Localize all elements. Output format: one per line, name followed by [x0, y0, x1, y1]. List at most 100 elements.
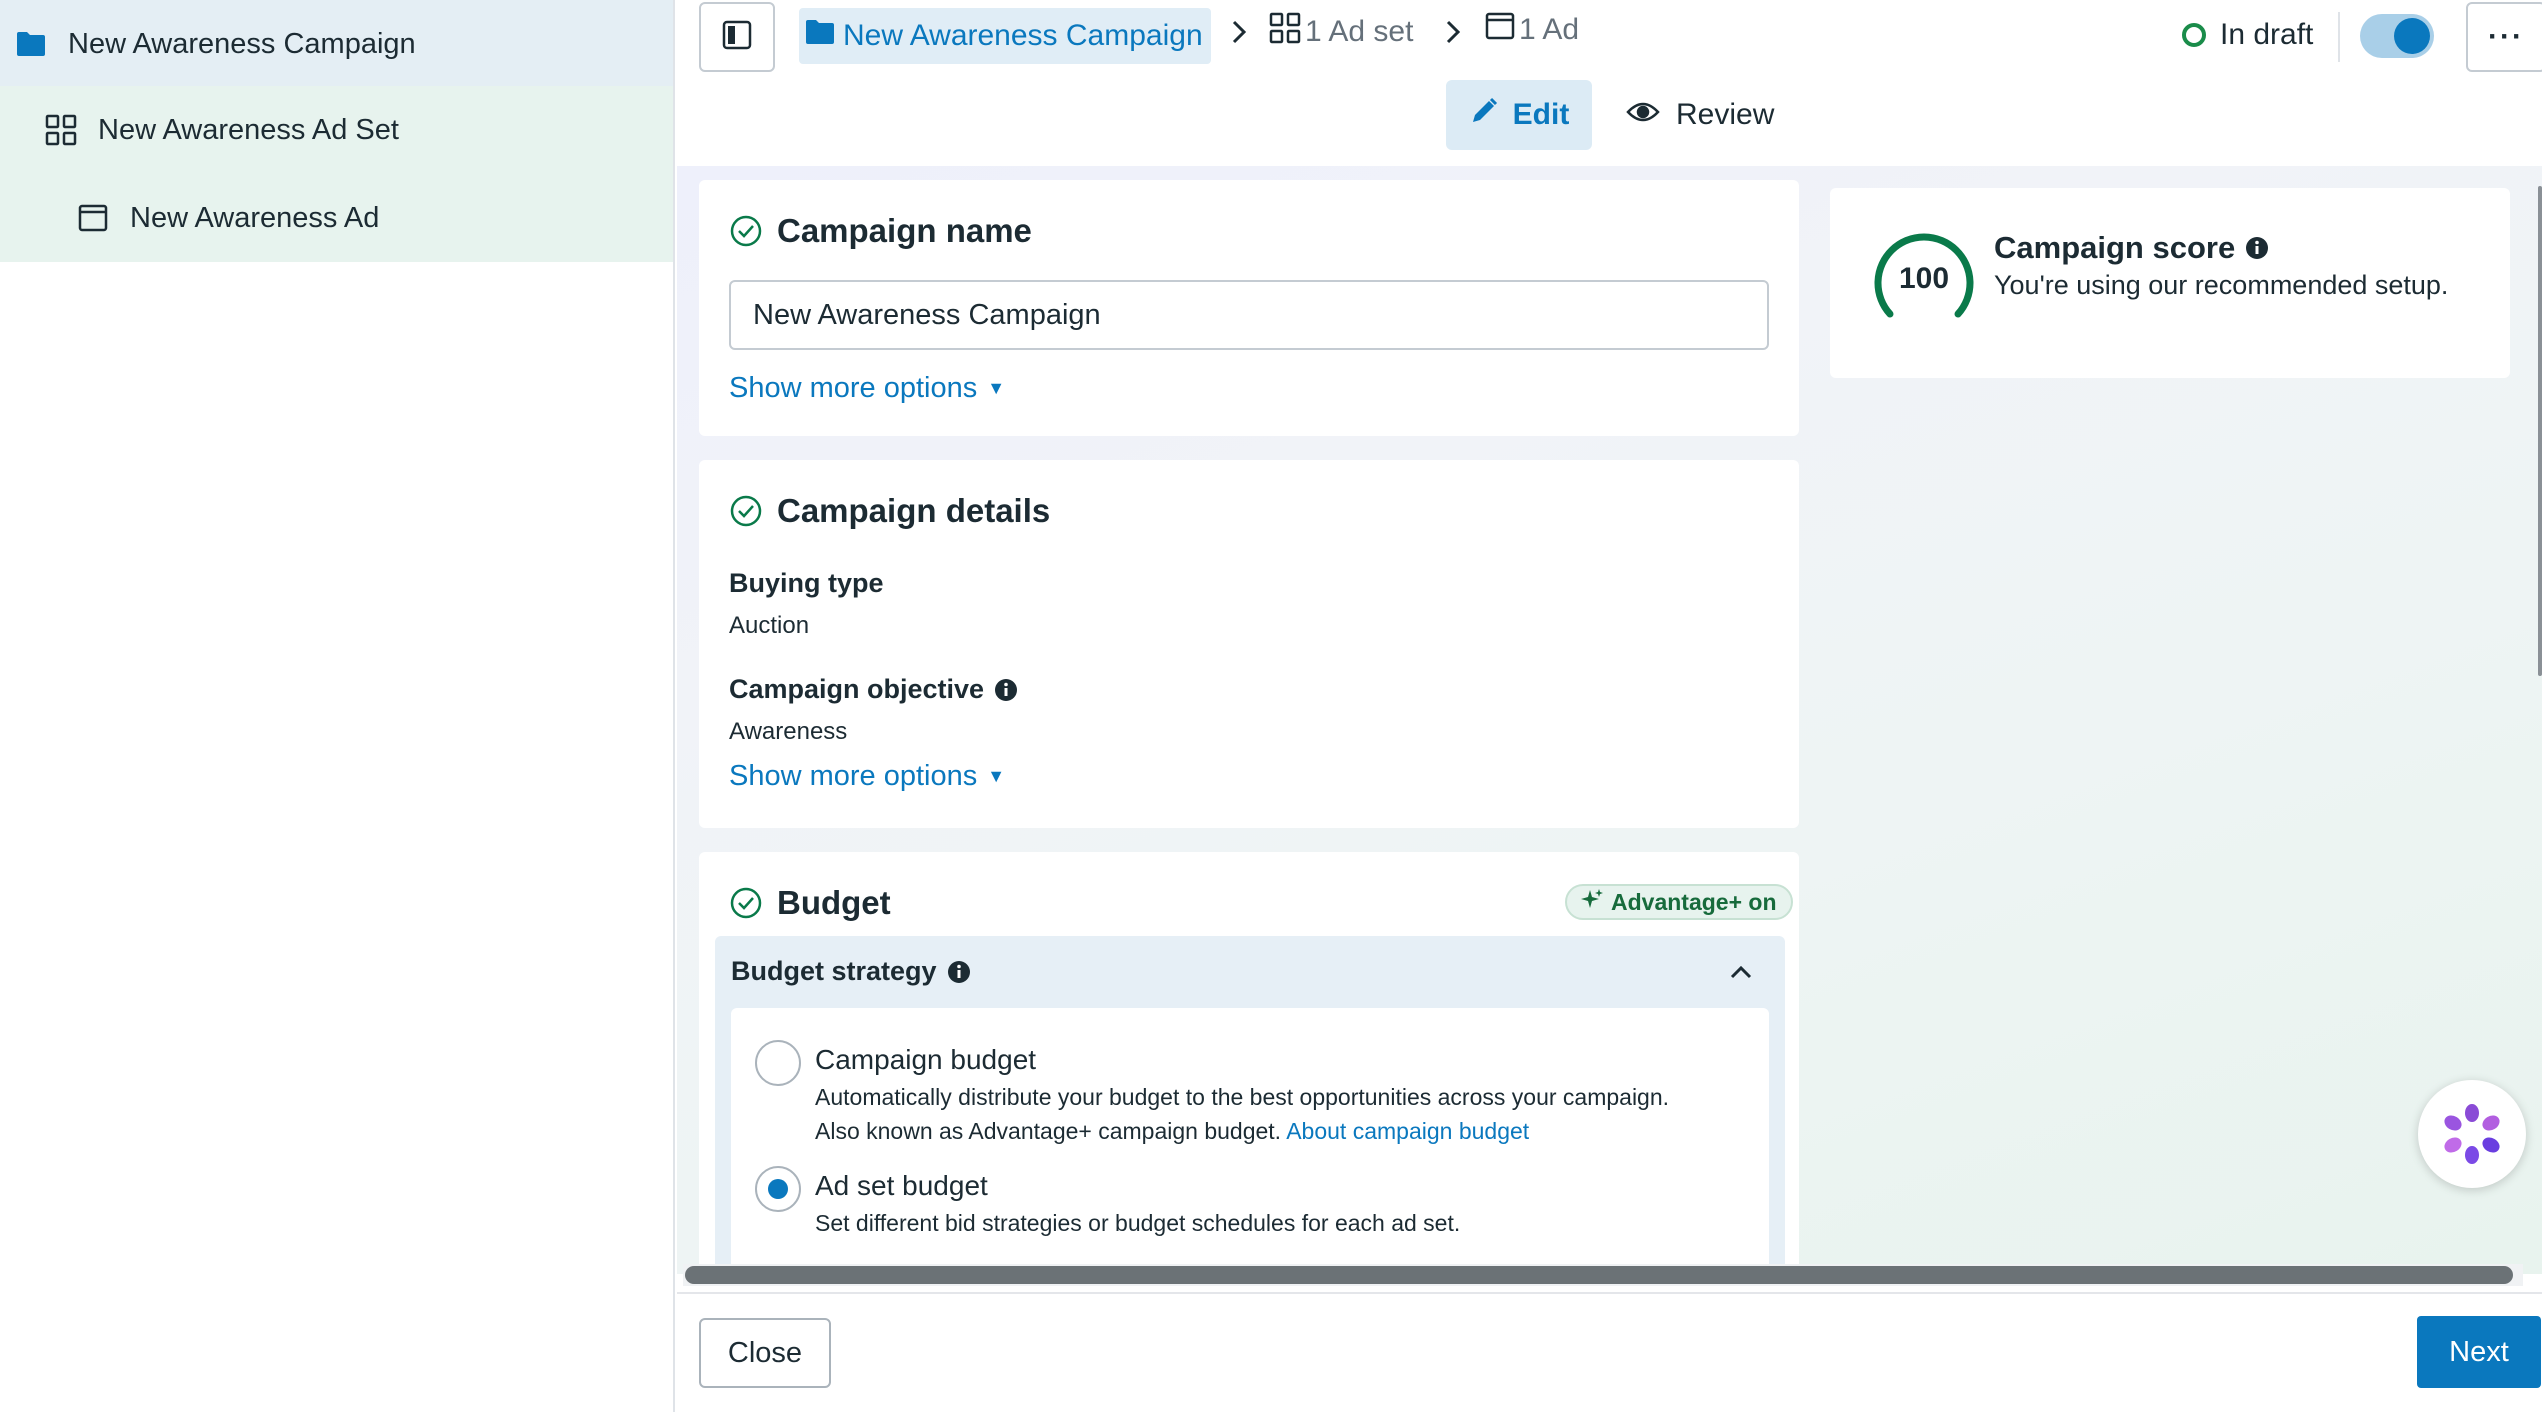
grid-icon — [1269, 12, 1301, 52]
info-icon[interactable] — [994, 678, 1018, 702]
more-options-button[interactable]: ··· — [2466, 2, 2542, 72]
chevron-up-icon[interactable] — [1727, 958, 1755, 986]
folder-icon — [14, 27, 48, 61]
campaign-objective-label-text: Campaign objective — [729, 674, 985, 704]
horizontal-scrollbar-thumb[interactable] — [685, 1266, 2513, 1284]
campaign-name-heading: Campaign name — [729, 212, 1032, 250]
campaign-score-subtitle: You're using our recommended setup. — [1994, 270, 2449, 300]
check-circle-icon — [730, 887, 762, 919]
campaign-objective-value: Awareness — [729, 718, 848, 745]
sidebar-item-campaign[interactable]: New Awareness Campaign — [0, 0, 673, 88]
budget-heading: Budget — [729, 884, 891, 922]
ai-assistant-button[interactable] — [2418, 1080, 2526, 1188]
advantage-badge-label: Advantage+ on — [1611, 888, 1777, 915]
ad-window-icon — [1485, 12, 1515, 48]
eye-icon — [1626, 98, 1660, 132]
breadcrumb-adset[interactable]: 1 Ad set — [1269, 12, 1413, 52]
budget-options: Campaign budget Automatically distribute… — [731, 1008, 1769, 1274]
close-button[interactable]: Close — [699, 1318, 831, 1388]
budget-card: Budget Advantage+ on Budget strategy Cam… — [699, 852, 1799, 1274]
next-button[interactable]: Next — [2417, 1316, 2541, 1388]
show-more-options-link[interactable]: Show more options ▼ — [729, 372, 1005, 405]
campaign-score-title-text: Campaign score — [1994, 230, 2236, 265]
tab-edit-label: Edit — [1512, 98, 1570, 131]
caret-down-icon: ▼ — [987, 378, 1006, 398]
campaign-budget-desc-line2-wrap: Also known as Advantage+ campaign budget… — [815, 1114, 1775, 1148]
pencil-icon — [1469, 96, 1499, 134]
campaign-tree-sidebar: New Awareness Campaign New Awareness Ad … — [0, 0, 675, 1412]
toggle-sidebar-button[interactable] — [699, 2, 775, 72]
campaign-details-heading: Campaign details — [729, 492, 1050, 530]
caret-down-icon: ▼ — [987, 766, 1006, 786]
campaign-name-value: New Awareness Campaign — [753, 298, 1101, 331]
budget-title: Budget — [777, 884, 891, 921]
sidebar-item-label: New Awareness Campaign — [68, 27, 416, 60]
tab-edit[interactable]: Edit — [1446, 80, 1592, 150]
info-icon[interactable] — [947, 960, 971, 984]
campaign-budget-title: Campaign budget — [815, 1044, 1037, 1075]
ad-set-budget-title: Ad set budget — [815, 1170, 988, 1201]
breadcrumb-campaign[interactable]: New Awareness Campaign — [799, 8, 1211, 64]
score-value: 100 — [1899, 262, 1949, 295]
breadcrumb-campaign-label: New Awareness Campaign — [843, 19, 1203, 52]
advantage-plus-badge: Advantage+ on — [1565, 884, 1793, 920]
campaign-score-title: Campaign score — [1994, 230, 2269, 266]
campaign-objective-label: Campaign objective — [729, 674, 1018, 705]
check-circle-icon — [730, 215, 762, 247]
campaign-budget-desc-line1: Automatically distribute your budget to … — [815, 1084, 1670, 1110]
campaign-budget-radio[interactable] — [755, 1040, 801, 1086]
check-circle-icon — [730, 495, 762, 527]
about-campaign-budget-link[interactable]: About campaign budget — [1286, 1118, 1529, 1144]
show-more-options-link[interactable]: Show more options ▼ — [729, 760, 1005, 793]
buying-type-label: Buying type — [729, 568, 884, 599]
horizontal-scrollbar[interactable] — [683, 1264, 2523, 1286]
draft-status: In draft — [2182, 18, 2313, 52]
sidebar-panel-icon — [722, 20, 752, 55]
toggle-knob — [2394, 18, 2430, 54]
footer-bar: Close Next — [677, 1292, 2542, 1412]
status-circle-icon — [2182, 23, 2206, 47]
sidebar-item-adset[interactable]: New Awareness Ad Set — [0, 86, 673, 174]
ad-set-budget-desc-line1: Set different bid strategies or budget s… — [815, 1210, 1461, 1236]
campaign-budget-description: Automatically distribute your budget to … — [815, 1080, 1775, 1148]
folder-icon — [805, 19, 835, 53]
chevron-right-icon — [1443, 18, 1463, 53]
buying-type-value: Auction — [729, 612, 810, 639]
editor-main: Campaign name New Awareness Campaign Sho… — [677, 166, 2542, 1274]
sidebar-item-ad[interactable]: New Awareness Ad — [0, 174, 673, 262]
info-icon[interactable] — [2245, 236, 2269, 260]
divider — [2338, 12, 2340, 62]
sparkle-icon — [1581, 888, 1603, 916]
tab-review[interactable]: Review — [1626, 80, 1774, 150]
budget-strategy-label: Budget strategy — [731, 956, 937, 986]
tab-review-label: Review — [1676, 98, 1775, 131]
breadcrumb-adset-label: 1 Ad set — [1305, 15, 1414, 48]
more-dots-icon: ··· — [2488, 20, 2524, 53]
campaign-name-card: Campaign name New Awareness Campaign Sho… — [699, 180, 1799, 436]
breadcrumb-ad[interactable]: 1 Ad — [1485, 12, 1579, 48]
campaign-budget-desc-line2: Also known as Advantage+ campaign budget… — [815, 1118, 1282, 1144]
breadcrumb-ad-label: 1 Ad — [1519, 13, 1580, 46]
ad-set-budget-radio[interactable] — [755, 1166, 801, 1212]
campaign-on-off-toggle[interactable] — [2360, 14, 2434, 58]
sidebar-item-label: New Awareness Ad Set — [98, 113, 399, 146]
score-gauge-icon: 100 — [1874, 233, 1974, 318]
vertical-scrollbar[interactable] — [2538, 186, 2542, 676]
show-more-options-label: Show more options — [729, 760, 978, 792]
budget-strategy-header[interactable]: Budget strategy — [731, 956, 971, 987]
campaign-name-title: Campaign name — [777, 212, 1032, 249]
flower-sparkle-icon — [2444, 1104, 2500, 1164]
campaign-details-title: Campaign details — [777, 492, 1051, 529]
chevron-right-icon — [1229, 18, 1249, 53]
show-more-options-label: Show more options — [729, 372, 978, 404]
campaign-details-card: Campaign details Buying type Auction Cam… — [699, 460, 1799, 828]
budget-strategy-panel: Budget strategy Campaign budget Automati… — [715, 936, 1785, 1274]
status-label: In draft — [2220, 18, 2314, 51]
sidebar-item-label: New Awareness Ad — [130, 201, 380, 234]
campaign-name-input[interactable]: New Awareness Campaign — [729, 280, 1769, 350]
top-bar: New Awareness Campaign 1 Ad set 1 Ad In … — [677, 0, 2542, 166]
campaign-score-card: 100 Campaign score You're using our reco… — [1830, 188, 2510, 378]
grid-icon — [44, 113, 78, 147]
ad-set-budget-description: Set different bid strategies or budget s… — [815, 1206, 1775, 1240]
buying-type-label-text: Buying type — [729, 568, 884, 598]
